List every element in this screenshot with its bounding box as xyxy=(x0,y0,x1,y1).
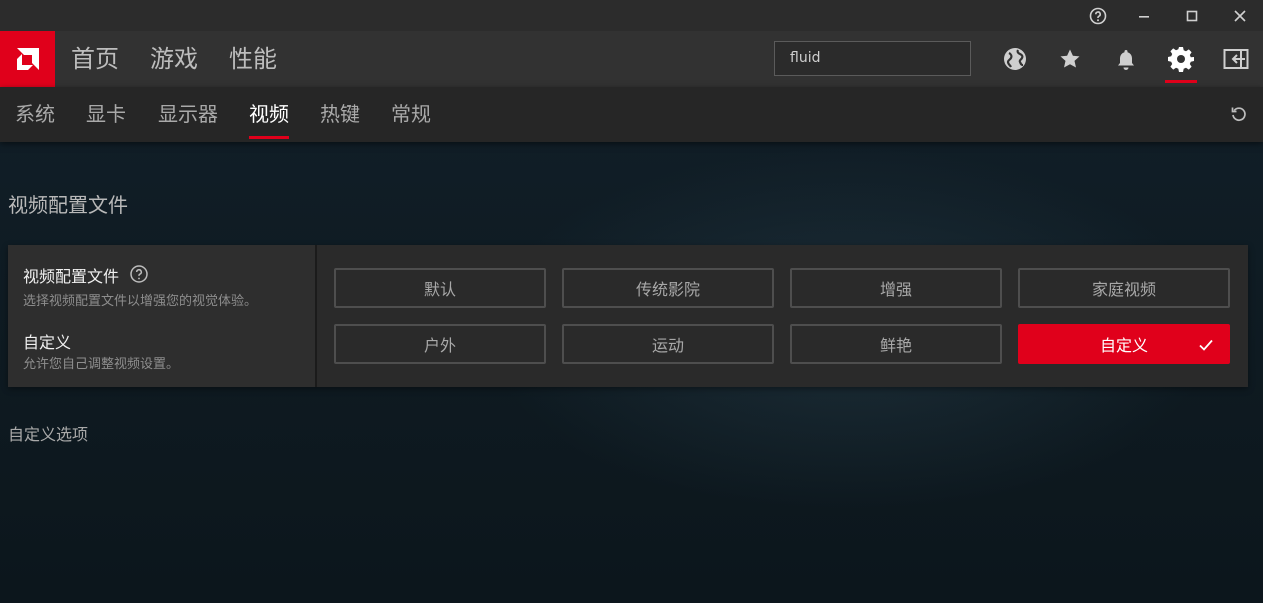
tab-general[interactable]: 常规 xyxy=(391,87,431,142)
profile-card-description: 选择视频配置文件以增强您的视觉体验。 xyxy=(23,294,258,309)
option-label: 自定义 xyxy=(1099,336,1148,355)
search-input[interactable]: fluid xyxy=(774,41,971,76)
profile-option-theater[interactable]: 传统影院 xyxy=(562,268,774,308)
profile-option-vivid[interactable]: 鲜艳 xyxy=(790,324,1002,364)
option-label: 家庭视频 xyxy=(1091,280,1156,299)
tab-graphics[interactable]: 显卡 xyxy=(86,87,126,142)
collapse-panel-icon[interactable] xyxy=(1216,31,1256,87)
sub-nav: 系统 显卡 显示器 视频 热键 常规 xyxy=(0,87,1263,142)
tab-active-indicator xyxy=(249,136,289,139)
selected-profile-title: 自定义 xyxy=(23,333,72,352)
profile-option-default[interactable]: 默认 xyxy=(334,268,546,308)
tab-video[interactable]: 视频 xyxy=(249,87,289,142)
custom-options-title: 自定义选项 xyxy=(8,425,89,444)
close-icon[interactable] xyxy=(1217,0,1263,31)
profile-card-title: 视频配置文件 xyxy=(23,267,120,286)
option-label: 默认 xyxy=(423,280,456,299)
tab-display[interactable]: 显示器 xyxy=(158,87,218,142)
tab-hotkeys[interactable]: 热键 xyxy=(320,87,360,142)
tab-system[interactable]: 系统 xyxy=(15,87,55,142)
nav-performance[interactable]: 性能 xyxy=(229,31,277,87)
profile-option-sports[interactable]: 运动 xyxy=(562,324,774,364)
globe-icon[interactable] xyxy=(995,31,1035,87)
profile-option-enhanced[interactable]: 增强 xyxy=(790,268,1002,308)
reset-icon[interactable] xyxy=(1227,102,1251,126)
nav-home[interactable]: 首页 xyxy=(71,31,119,87)
option-label: 传统影院 xyxy=(635,280,700,299)
amd-logo[interactable] xyxy=(0,31,55,87)
active-indicator xyxy=(1165,80,1197,83)
option-label: 增强 xyxy=(879,280,912,299)
checkmark-icon xyxy=(1198,337,1214,353)
title-bar xyxy=(0,0,1263,31)
minimize-icon[interactable] xyxy=(1121,0,1167,31)
section-title: 视频配置文件 xyxy=(8,193,128,217)
main-nav: 首页 游戏 性能 fluid xyxy=(0,31,1263,87)
gear-icon[interactable] xyxy=(1161,31,1201,87)
nav-games[interactable]: 游戏 xyxy=(150,31,198,87)
profile-info-panel: 视频配置文件 选择视频配置文件以增强您的视觉体验。 自定义 允许您自己调整视频设… xyxy=(8,245,317,387)
profile-option-custom[interactable]: 自定义 xyxy=(1018,324,1230,364)
bell-icon[interactable] xyxy=(1106,31,1146,87)
help-icon[interactable] xyxy=(1075,0,1121,31)
profile-option-home-video[interactable]: 家庭视频 xyxy=(1018,268,1230,308)
star-icon[interactable] xyxy=(1050,31,1090,87)
maximize-icon[interactable] xyxy=(1169,0,1215,31)
profile-option-outdoor[interactable]: 户外 xyxy=(334,324,546,364)
option-label: 运动 xyxy=(651,336,684,355)
option-label: 户外 xyxy=(423,336,456,355)
help-circle-icon[interactable] xyxy=(129,264,149,284)
option-label: 鲜艳 xyxy=(879,336,912,355)
video-profile-card: 视频配置文件 选择视频配置文件以增强您的视觉体验。 自定义 允许您自己调整视频设… xyxy=(8,245,1248,387)
selected-profile-description: 允许您自己调整视频设置。 xyxy=(23,357,180,372)
